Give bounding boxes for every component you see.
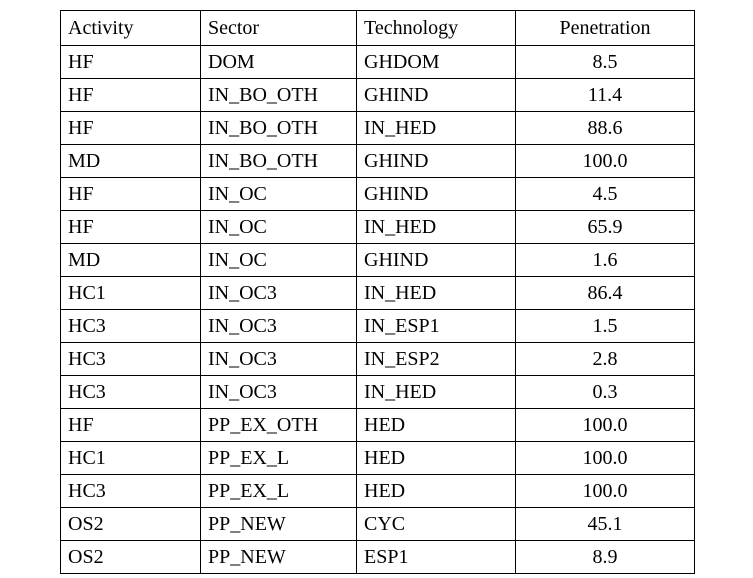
cell-technology: IN_HED xyxy=(356,375,516,409)
cell-activity: HC3 xyxy=(60,342,201,376)
cell-technology: GHIND xyxy=(356,78,516,112)
cell-penetration: 100.0 xyxy=(515,144,695,178)
cell-activity: MD xyxy=(60,243,201,277)
cell-sector: IN_BO_OTH xyxy=(200,144,357,178)
cell-activity: HC3 xyxy=(60,309,201,343)
cell-penetration: 65.9 xyxy=(515,210,695,244)
cell-sector: PP_NEW xyxy=(200,540,357,574)
cell-penetration: 100.0 xyxy=(515,441,695,475)
cell-technology: GHIND xyxy=(356,177,516,211)
column-header-technology: Technology xyxy=(356,10,516,46)
table-row: HF DOM GHDOM 8.5 xyxy=(60,45,695,79)
cell-activity: HC1 xyxy=(60,441,201,475)
cell-technology: IN_HED xyxy=(356,276,516,310)
cell-penetration: 11.4 xyxy=(515,78,695,112)
cell-sector: IN_BO_OTH xyxy=(200,78,357,112)
cell-sector: IN_OC3 xyxy=(200,276,357,310)
table-row: HC3 IN_OC3 IN_ESP2 2.8 xyxy=(60,342,695,376)
table-row: HF IN_BO_OTH GHIND 11.4 xyxy=(60,78,695,112)
cell-activity: HF xyxy=(60,78,201,112)
column-header-penetration: Penetration xyxy=(515,10,695,46)
cell-technology: IN_HED xyxy=(356,111,516,145)
table-row: HC1 PP_EX_L HED 100.0 xyxy=(60,441,695,475)
table-row: HC1 IN_OC3 IN_HED 86.4 xyxy=(60,276,695,310)
table-body: HF DOM GHDOM 8.5 HF IN_BO_OTH GHIND 11.4 HF IN_BO… xyxy=(60,45,695,574)
table-row: HF PP_EX_OTH HED 100.0 xyxy=(60,408,695,442)
cell-penetration: 4.5 xyxy=(515,177,695,211)
cell-technology: HED xyxy=(356,441,516,475)
cell-sector: IN_BO_OTH xyxy=(200,111,357,145)
cell-activity: HF xyxy=(60,210,201,244)
table-header: Activity Sector Technology Penetration xyxy=(60,10,695,46)
table-row: HF IN_OC GHIND 4.5 xyxy=(60,177,695,211)
cell-technology: CYC xyxy=(356,507,516,541)
cell-activity: HF xyxy=(60,111,201,145)
table-row: OS2 PP_NEW CYC 45.1 xyxy=(60,507,695,541)
cell-penetration: 1.5 xyxy=(515,309,695,343)
cell-sector: DOM xyxy=(200,45,357,79)
cell-penetration: 86.4 xyxy=(515,276,695,310)
cell-activity: OS2 xyxy=(60,507,201,541)
cell-sector: PP_EX_L xyxy=(200,441,357,475)
cell-sector: IN_OC3 xyxy=(200,375,357,409)
column-header-sector: Sector xyxy=(200,10,357,46)
cell-penetration: 2.8 xyxy=(515,342,695,376)
table-row: HC3 IN_OC3 IN_HED 0.3 xyxy=(60,375,695,409)
table-row: MD IN_BO_OTH GHIND 100.0 xyxy=(60,144,695,178)
cell-technology: GHDOM xyxy=(356,45,516,79)
cell-penetration: 1.6 xyxy=(515,243,695,277)
cell-technology: IN_HED xyxy=(356,210,516,244)
cell-sector: PP_EX_OTH xyxy=(200,408,357,442)
penetration-table-container: Activity Sector Technology Penetration H… xyxy=(60,10,695,574)
cell-penetration: 45.1 xyxy=(515,507,695,541)
cell-activity: HF xyxy=(60,408,201,442)
cell-sector: IN_OC3 xyxy=(200,309,357,343)
cell-technology: ESP1 xyxy=(356,540,516,574)
cell-technology: HED xyxy=(356,474,516,508)
table-row: HF IN_OC IN_HED 65.9 xyxy=(60,210,695,244)
cell-technology: GHIND xyxy=(356,243,516,277)
table-row: OS2 PP_NEW ESP1 8.9 xyxy=(60,540,695,574)
cell-penetration: 100.0 xyxy=(515,408,695,442)
table-row: HC3 PP_EX_L HED 100.0 xyxy=(60,474,695,508)
cell-sector: IN_OC xyxy=(200,177,357,211)
cell-penetration: 100.0 xyxy=(515,474,695,508)
cell-activity: HF xyxy=(60,177,201,211)
cell-activity: HF xyxy=(60,45,201,79)
table-header-row: Activity Sector Technology Penetration xyxy=(60,10,695,46)
cell-sector: IN_OC xyxy=(200,243,357,277)
table-row: HC3 IN_OC3 IN_ESP1 1.5 xyxy=(60,309,695,343)
penetration-table: Activity Sector Technology Penetration H… xyxy=(60,10,695,574)
cell-technology: HED xyxy=(356,408,516,442)
cell-technology: GHIND xyxy=(356,144,516,178)
cell-penetration: 0.3 xyxy=(515,375,695,409)
cell-activity: HC3 xyxy=(60,474,201,508)
cell-technology: IN_ESP1 xyxy=(356,309,516,343)
cell-sector: IN_OC xyxy=(200,210,357,244)
table-row: HF IN_BO_OTH IN_HED 88.6 xyxy=(60,111,695,145)
cell-sector: PP_NEW xyxy=(200,507,357,541)
cell-activity: HC1 xyxy=(60,276,201,310)
cell-activity: MD xyxy=(60,144,201,178)
column-header-activity: Activity xyxy=(60,10,201,46)
cell-sector: PP_EX_L xyxy=(200,474,357,508)
cell-activity: HC3 xyxy=(60,375,201,409)
cell-penetration: 88.6 xyxy=(515,111,695,145)
table-row: MD IN_OC GHIND 1.6 xyxy=(60,243,695,277)
cell-sector: IN_OC3 xyxy=(200,342,357,376)
cell-penetration: 8.5 xyxy=(515,45,695,79)
cell-penetration: 8.9 xyxy=(515,540,695,574)
cell-activity: OS2 xyxy=(60,540,201,574)
cell-technology: IN_ESP2 xyxy=(356,342,516,376)
